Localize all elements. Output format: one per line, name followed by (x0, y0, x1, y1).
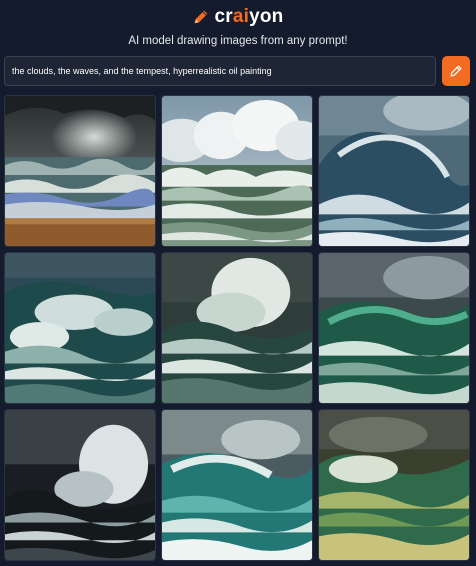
stormy-sea-painting-image (5, 96, 155, 246)
logo-accent: ai (232, 5, 250, 27)
craiyon-app: craiyon AI model drawing images from any… (0, 0, 476, 566)
logo-prefix: cr (214, 5, 233, 27)
pencil-icon (195, 10, 208, 24)
pencil-icon (450, 65, 462, 77)
stormy-sea-painting-image (319, 96, 469, 246)
draw-button[interactable] (442, 56, 470, 86)
generated-image[interactable] (161, 95, 313, 247)
generated-image[interactable] (4, 95, 156, 247)
generated-image[interactable] (318, 95, 470, 247)
generated-image[interactable] (318, 252, 470, 404)
stormy-sea-painting-image (162, 253, 312, 403)
generated-image[interactable] (318, 409, 470, 561)
stormy-sea-painting-image (5, 253, 155, 403)
prompt-row (4, 56, 470, 88)
generated-image[interactable] (4, 409, 156, 561)
generated-image[interactable] (161, 409, 313, 561)
stormy-sea-painting-image (319, 410, 469, 560)
prompt-input[interactable] (4, 56, 436, 86)
generated-image[interactable] (4, 252, 156, 404)
logo-suffix: yon (249, 5, 284, 27)
stormy-sea-painting-image (162, 96, 312, 246)
logo-wordmark[interactable]: craiyon (214, 7, 283, 26)
image-grid (4, 95, 471, 562)
stormy-sea-painting-image (319, 253, 469, 403)
header: craiyon (0, 0, 476, 32)
stormy-sea-painting-image (162, 410, 312, 560)
generated-image[interactable] (161, 252, 313, 404)
tagline: AI model drawing images from any prompt! (128, 35, 348, 47)
stormy-sea-painting-image (5, 410, 155, 560)
